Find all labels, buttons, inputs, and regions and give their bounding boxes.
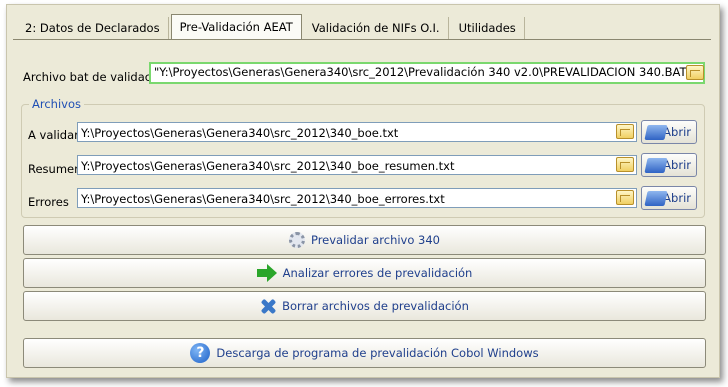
blue-x-icon [260, 298, 276, 314]
green-arrow-icon [256, 264, 277, 282]
a-validar-label: A validar [28, 128, 79, 142]
abrir-errores-button[interactable]: Abrir [641, 186, 697, 210]
resumen-label: Resumen [28, 162, 82, 176]
analizar-label: Analizar errores de prevalidación [282, 266, 473, 280]
open-folder-icon [644, 191, 668, 206]
tab-panel: Archivo bat de validación "Y:\Proyectos\… [13, 39, 711, 374]
folder-icon[interactable] [616, 157, 634, 172]
help-icon: ? [190, 343, 211, 363]
tab-pre-validacion-aeat[interactable]: Pre-Validación AEAT [170, 14, 302, 39]
tab-validacion-nifs[interactable]: Validación de NIFs O.I. [303, 17, 449, 39]
tab-datos-declarados[interactable]: 2: Datos de Declarados [17, 17, 169, 39]
open-folder-icon [644, 125, 668, 140]
analizar-errores-button[interactable]: Analizar errores de prevalidación [23, 258, 706, 288]
bat-file-field[interactable]: "Y:\Proyectos\Generas\Genera340\src_2012… [149, 62, 705, 84]
abrir-label: Abrir [663, 125, 691, 139]
abrir-label: Abrir [663, 191, 691, 205]
tab-strip: 2: Datos de Declarados Pre-Validación AE… [17, 13, 527, 39]
folder-icon[interactable] [616, 124, 634, 139]
gear-icon [288, 232, 305, 248]
borrar-label: Borrar archivos de prevalidación [282, 299, 469, 313]
errores-label: Errores [28, 195, 69, 209]
prevalidar-button[interactable]: Prevalidar archivo 340 [23, 225, 706, 255]
bat-file-label: Archivo bat de validación [23, 70, 169, 84]
abrir-resumen-button[interactable]: Abrir [641, 153, 697, 177]
archivos-group-title: Archivos [29, 97, 84, 111]
errores-field[interactable]: Y:\Proyectos\Generas\Genera340\src_2012\… [77, 188, 637, 208]
prevalidar-label: Prevalidar archivo 340 [310, 233, 441, 247]
tab-utilidades[interactable]: Utilidades [450, 17, 525, 39]
borrar-archivos-button[interactable]: Borrar archivos de prevalidación [23, 291, 706, 321]
app-window: 2: Datos de Declarados Pre-Validación AE… [6, 4, 720, 378]
descarga-cobol-button[interactable]: ? Descarga de programa de prevalidación … [23, 338, 706, 368]
abrir-label: Abrir [663, 158, 691, 172]
folder-icon[interactable] [686, 65, 704, 80]
open-folder-icon [644, 158, 668, 173]
folder-icon[interactable] [616, 190, 634, 205]
a-validar-field[interactable]: Y:\Proyectos\Generas\Genera340\src_2012\… [77, 122, 637, 142]
resumen-field[interactable]: Y:\Proyectos\Generas\Genera340\src_2012\… [77, 155, 637, 175]
descarga-label: Descarga de programa de prevalidación Co… [216, 346, 539, 360]
abrir-a-validar-button[interactable]: Abrir [641, 120, 697, 144]
